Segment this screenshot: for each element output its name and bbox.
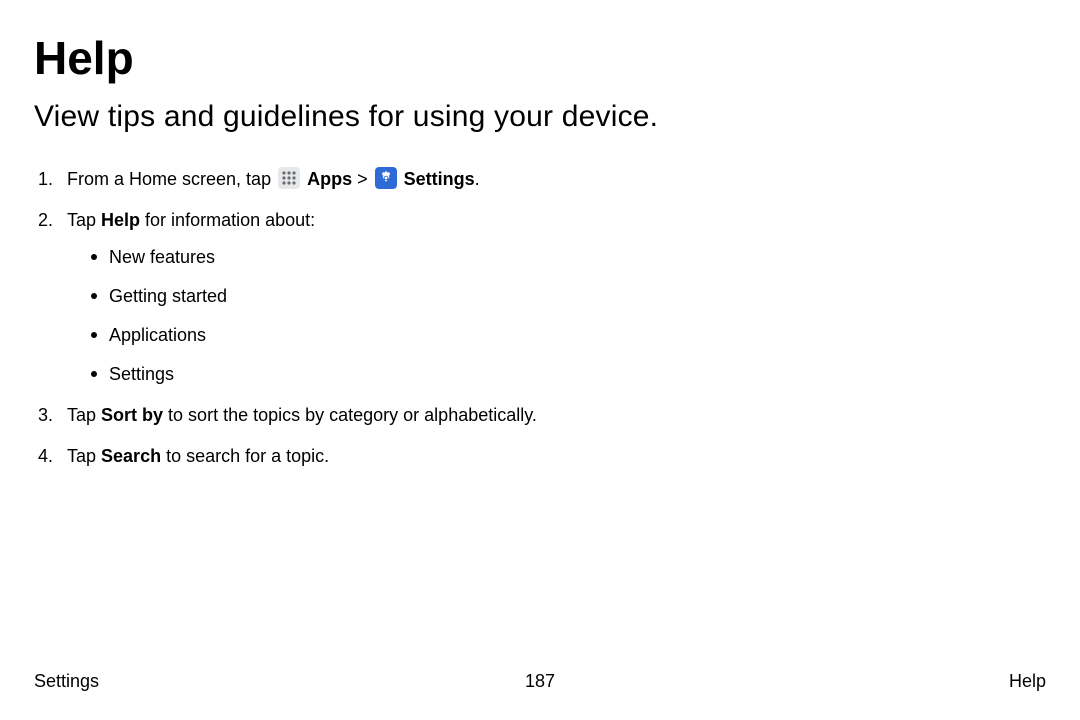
footer-page-number: 187 — [525, 671, 555, 692]
step-3: Tap Sort by to sort the topics by catego… — [34, 402, 587, 429]
step-4: Tap Search to search for a topic. — [34, 443, 587, 470]
step-3-bold: Sort by — [101, 405, 163, 425]
step-1-suffix: . — [475, 169, 480, 189]
steps-list: From a Home screen, tap Apps > — [34, 166, 1046, 470]
step-1: From a Home screen, tap Apps > — [34, 166, 587, 193]
page-footer: Settings 187 Help — [0, 671, 1080, 692]
step-1-prefix: From a Home screen, tap — [67, 169, 276, 189]
settings-label: Settings — [404, 169, 475, 189]
step-2-suffix: for information about: — [140, 210, 315, 230]
step-2-prefix: Tap — [67, 210, 101, 230]
bullet-applications: Applications — [91, 322, 587, 349]
step-4-prefix: Tap — [67, 446, 101, 466]
step-2-bullets: New features Getting started Application… — [67, 244, 587, 388]
step-2-bold: Help — [101, 210, 140, 230]
apps-label: Apps — [307, 169, 352, 189]
step-4-bold: Search — [101, 446, 161, 466]
bullet-new-features: New features — [91, 244, 587, 271]
bullet-getting-started: Getting started — [91, 283, 587, 310]
help-page: Help View tips and guidelines for using … — [0, 0, 1080, 720]
page-subtitle: View tips and guidelines for using your … — [34, 100, 1046, 134]
page-title: Help — [34, 34, 1046, 82]
settings-icon — [375, 167, 397, 189]
step-4-suffix: to search for a topic. — [161, 446, 329, 466]
apps-icon — [278, 167, 300, 189]
footer-right: Help — [1009, 671, 1046, 692]
bullet-settings: Settings — [91, 361, 587, 388]
breadcrumb-sep: > — [357, 169, 373, 189]
footer-left: Settings — [34, 671, 99, 692]
step-2: Tap Help for information about: New feat… — [34, 207, 587, 388]
step-3-prefix: Tap — [67, 405, 101, 425]
step-3-suffix: to sort the topics by category or alphab… — [163, 405, 537, 425]
